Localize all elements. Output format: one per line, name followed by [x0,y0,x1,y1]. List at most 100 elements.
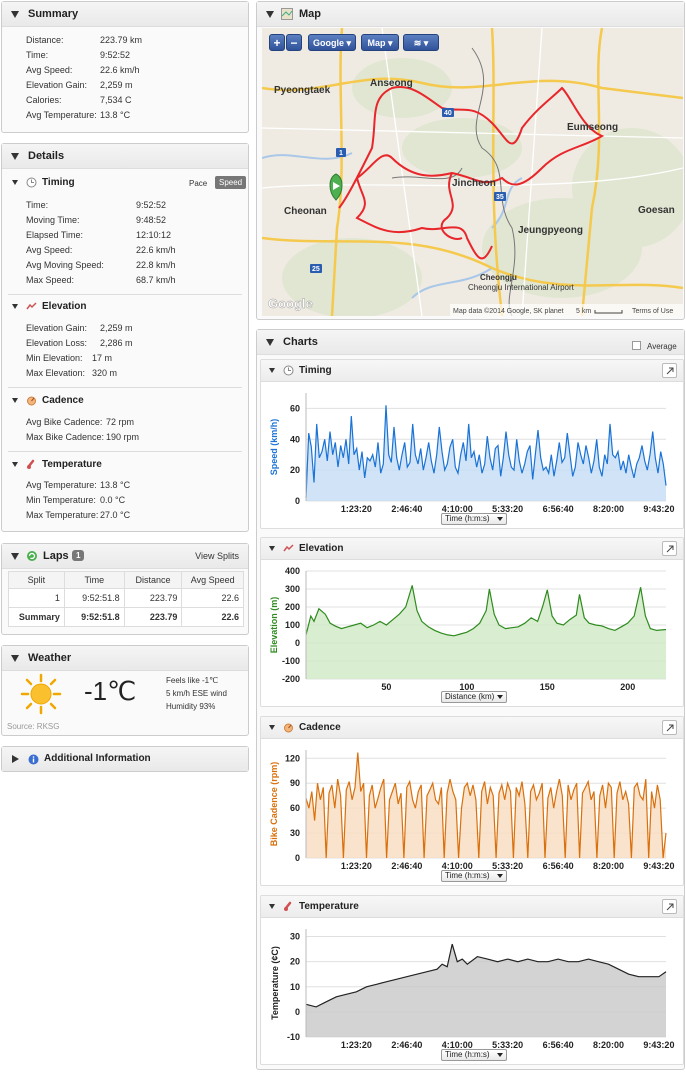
summary-header[interactable]: Summary [2,2,248,27]
collapse-icon[interactable] [269,368,275,373]
timing-chart-header[interactable]: Timing [261,360,683,382]
cadence-chart[interactable]: 0 30 60 90 120 1:23:20 2:46:40 4:10:00 5:33:20 6:… [262,740,682,870]
y-tick-label: 30 [290,932,300,942]
timing-section-header[interactable]: Timing [12,177,75,188]
elevation-chart-header[interactable]: Elevation [261,538,683,560]
laps-title: Laps [43,550,69,562]
collapse-icon[interactable] [12,304,18,309]
chevron-down-icon [497,695,503,699]
x-axis-select[interactable]: Time (h:m:s) [441,513,507,525]
info-icon [28,754,39,765]
expand-chart-button[interactable] [662,720,677,735]
x-tick-label: 4:10:00 [442,1040,473,1049]
map-type-select[interactable]: Map ▾ [361,34,399,51]
x-tick-label: 9:43:20 [643,861,674,870]
additional-info-title: Additional Information [44,753,151,764]
timing-chart[interactable]: 0 20 40 60 1:23:20 2:46:40 4:10:00 5:33:20 6:56:… [262,383,682,513]
y-tick-label: 10 [290,982,300,992]
map-view[interactable]: Pyeongtaek Anseong Eumseong Jincheon Che… [262,28,683,316]
y-tick-label: 40 [290,434,300,444]
cadence-chart-header[interactable]: Cadence [261,717,683,739]
details-title: Details [28,150,65,162]
average-label: Average [647,342,677,351]
zoom-in-button[interactable]: + [269,34,285,51]
collapse-icon[interactable] [11,153,19,160]
details-header[interactable]: Details [2,144,248,169]
cadence-icon [27,396,36,406]
collapse-icon[interactable] [12,180,18,185]
collapse-icon[interactable] [266,339,274,346]
collapse-icon[interactable] [11,553,19,560]
collapse-icon[interactable] [12,462,18,467]
collapse-icon[interactable] [269,725,275,730]
column-header[interactable]: Time [63,571,125,589]
collapse-icon[interactable] [269,546,275,551]
collapse-icon[interactable] [11,11,19,18]
summary-panel: Summary Distance: 223.79 km Time: 9:52:52 … [1,1,249,133]
y-tick-label: 300 [285,584,300,594]
x-tick-label: 2:46:40 [391,504,422,513]
view-splits-link[interactable]: View Splits [195,551,239,561]
weather-source: Source: RKSG [7,722,60,731]
y-tick-label: 20 [290,465,300,475]
y-tick-label: 60 [290,403,300,413]
x-tick-label: 4:10:00 [442,504,473,513]
weather-header[interactable]: Weather [2,646,248,671]
collapse-icon[interactable] [11,655,19,662]
x-tick-label: 100 [459,682,474,691]
map-icon [281,8,293,20]
temperature-chart[interactable]: -10 0 10 20 30 1:23:20 2:46:40 4:10:00 5:33:20 6:… [262,919,682,1049]
elevation-section-header[interactable]: Elevation [12,301,86,312]
temperature-chart-header[interactable]: Temperature [261,896,683,918]
feels-like: Feels like -1℃ [166,676,219,685]
chevron-down-icon [497,517,503,521]
collapse-icon[interactable] [266,11,274,18]
expand-chart-button[interactable] [662,899,677,914]
map-title: Map [299,8,321,20]
table-row[interactable]: Summary 9:52:51.8 223.79 22.6 [8,607,244,627]
table-row[interactable]: 1 9:52:51.8 223.79 22.6 [8,588,244,608]
terms-link[interactable]: Terms of Use [632,308,673,315]
zoom-out-button[interactable]: − [286,34,302,51]
average-checkbox[interactable] [632,341,641,350]
map-provider-select[interactable]: Google ▾ [308,34,356,51]
collapse-icon[interactable] [12,398,18,403]
y-tick-label: 400 [285,566,300,576]
additional-info-panel[interactable]: Additional Information [1,746,249,772]
y-tick-label: 120 [285,753,300,763]
layers-button[interactable]: ≋ ▾ [403,34,439,51]
speed-toggle[interactable]: Speed [215,176,247,189]
cadence-section-header[interactable]: Cadence [12,395,84,406]
x-axis-select[interactable]: Distance (km) [441,691,507,703]
column-header[interactable]: Distance [123,571,183,589]
y-tick-label: 0 [295,638,300,648]
table-header-row: Split Time Distance Avg Speed [8,571,244,589]
collapse-icon[interactable] [269,904,275,909]
x-axis-select[interactable]: Time (h:m:s) [441,1049,507,1061]
svg-text:40: 40 [444,110,452,117]
clock-icon [26,177,37,188]
map-header[interactable]: Map [257,2,684,27]
map-scale: 5 km [576,308,591,315]
expand-chart-button[interactable] [662,363,677,378]
weather-title: Weather [28,652,72,664]
pace-toggle[interactable]: Pace [189,179,207,188]
additional-info-header[interactable]: Additional Information [2,747,248,771]
temperature-section-header[interactable]: Temperature [12,459,102,470]
column-header[interactable]: Avg Speed [181,571,244,589]
x-tick-label: 9:43:20 [643,1040,674,1049]
column-header[interactable]: Split [8,571,65,589]
expand-chart-button[interactable] [662,541,677,556]
y-axis-label: Speed (km/h) [269,419,279,476]
charts-header[interactable]: Charts Average [257,330,684,355]
layers-icon: ≋ [413,38,422,48]
expand-icon[interactable] [12,755,19,763]
x-axis-select[interactable]: Time (h:m:s) [441,870,507,882]
x-tick-label: 5:33:20 [492,1040,523,1049]
map-label: Anseong [370,78,413,89]
x-tick-label: 1:23:20 [341,504,372,513]
laps-header[interactable]: Laps 1 View Splits [2,544,248,569]
x-tick-label: 6:56:40 [543,504,574,513]
elevation-chart[interactable]: -200 -100 0 100 200 300 400 50 100 150 200 Elevatio… [262,561,682,691]
map-canvas[interactable]: Pyeongtaek Anseong Eumseong Jincheon Che… [262,28,683,316]
